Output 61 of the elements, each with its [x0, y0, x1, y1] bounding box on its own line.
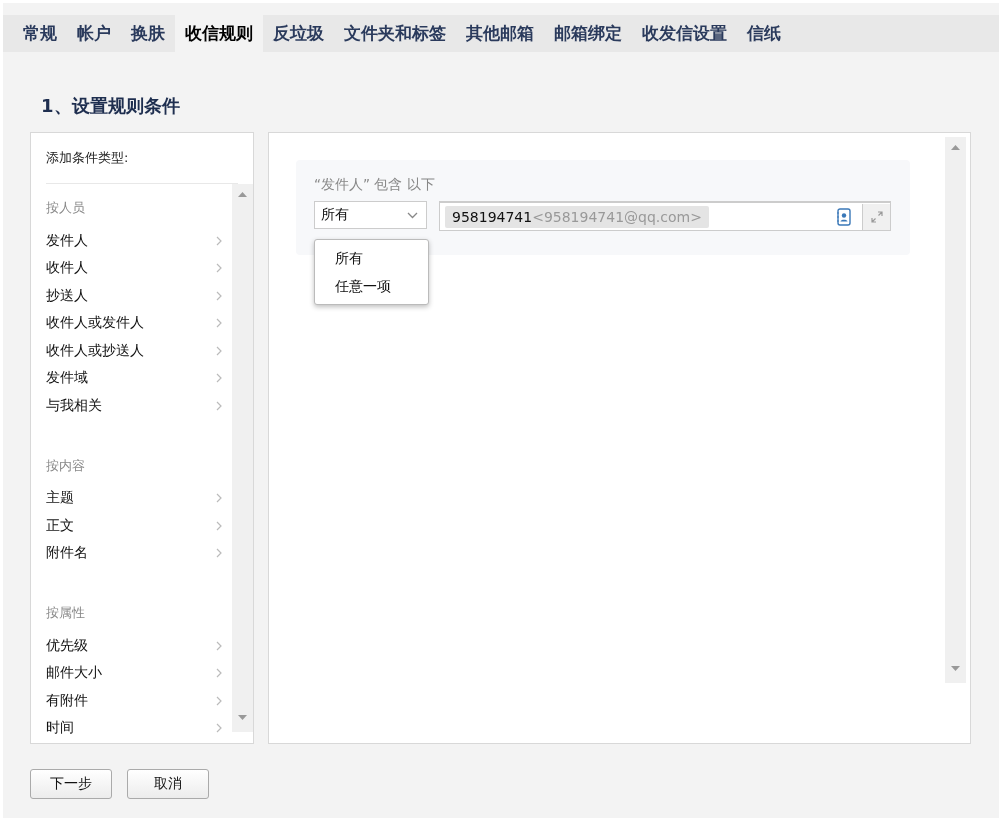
condition-type-item[interactable]: 收件人或抄送人 — [46, 337, 232, 365]
settings-tab[interactable]: 收信规则 — [175, 15, 263, 52]
condition-type-item[interactable]: 收件人 — [46, 254, 232, 282]
chevron-right-icon — [216, 235, 222, 246]
match-select[interactable]: 所有 — [314, 201, 427, 229]
chevron-right-icon — [216, 668, 222, 679]
condition-type-item[interactable]: 与我相关 — [46, 392, 232, 420]
chevron-right-icon — [216, 400, 222, 411]
chevron-right-icon — [216, 290, 222, 301]
condition-type-item[interactable]: 发件人 — [46, 227, 232, 255]
section-heading: 1、设置规则条件 — [41, 94, 181, 118]
next-button[interactable]: 下一步 — [30, 769, 112, 799]
condition-type-item[interactable]: 正文 — [46, 512, 232, 540]
contacts-icon[interactable] — [836, 207, 852, 226]
condition-type-item[interactable]: 邮件大小 — [46, 659, 232, 687]
condition-type-item[interactable]: 发件域 — [46, 364, 232, 392]
recipient-field[interactable]: 958194741<958194741@qq.com> — [439, 201, 891, 231]
condition-type-item[interactable]: 抄送人 — [46, 282, 232, 310]
group-label: 按属性 — [46, 604, 86, 622]
condition-type-item[interactable]: 附件名 — [46, 539, 232, 567]
chevron-right-icon — [216, 263, 222, 274]
settings-tab[interactable]: 收发信设置 — [632, 15, 737, 52]
panel-title: 添加条件类型: — [46, 149, 238, 184]
cancel-button[interactable]: 取消 — [127, 769, 209, 799]
condition-type-item[interactable]: 优先级 — [46, 632, 232, 660]
chevron-right-icon — [216, 723, 222, 734]
scrollbar[interactable] — [945, 137, 966, 683]
chevron-right-icon — [216, 318, 222, 329]
chevron-down-icon — [407, 211, 418, 219]
chevron-right-icon — [216, 345, 222, 356]
recipient-token[interactable]: 958194741<958194741@qq.com> — [445, 205, 709, 228]
settings-tab[interactable]: 文件夹和标签 — [334, 15, 456, 52]
condition-type-item[interactable]: 主题 — [46, 484, 232, 512]
expand-icon — [869, 209, 884, 224]
settings-tab[interactable]: 信纸 — [737, 15, 791, 52]
condition-type-item[interactable]: 有附件 — [46, 687, 232, 715]
chevron-right-icon — [216, 695, 222, 706]
expand-button[interactable] — [862, 203, 890, 230]
scroll-down-icon[interactable] — [238, 715, 247, 720]
condition-label: “发件人” 包含 以下 — [314, 176, 436, 194]
settings-tab[interactable]: 邮箱绑定 — [544, 15, 632, 52]
scroll-down-icon[interactable] — [951, 666, 960, 671]
group-label: 按人员 — [46, 199, 86, 217]
dropdown-option[interactable]: 所有 — [315, 245, 428, 273]
scroll-up-icon[interactable] — [238, 192, 247, 197]
chevron-right-icon — [216, 493, 222, 504]
chevron-right-icon — [216, 640, 222, 651]
settings-tab[interactable]: 常规 — [13, 15, 67, 52]
dropdown-option[interactable]: 任意一项 — [315, 273, 428, 301]
condition-type-item[interactable]: 时间 — [46, 714, 232, 742]
settings-tab[interactable]: 其他邮箱 — [456, 15, 544, 52]
chevron-right-icon — [216, 373, 222, 384]
settings-tab[interactable]: 换肤 — [121, 15, 175, 52]
chevron-right-icon — [216, 520, 222, 531]
group-label: 按内容 — [46, 456, 86, 475]
condition-type-item[interactable]: 收件人或发件人 — [46, 309, 232, 337]
scroll-up-icon[interactable] — [951, 145, 960, 150]
scrollbar[interactable] — [232, 184, 253, 732]
settings-tab[interactable]: 反垃圾 — [263, 15, 334, 52]
chevron-right-icon — [216, 548, 222, 559]
settings-tab[interactable]: 帐户 — [67, 15, 121, 52]
